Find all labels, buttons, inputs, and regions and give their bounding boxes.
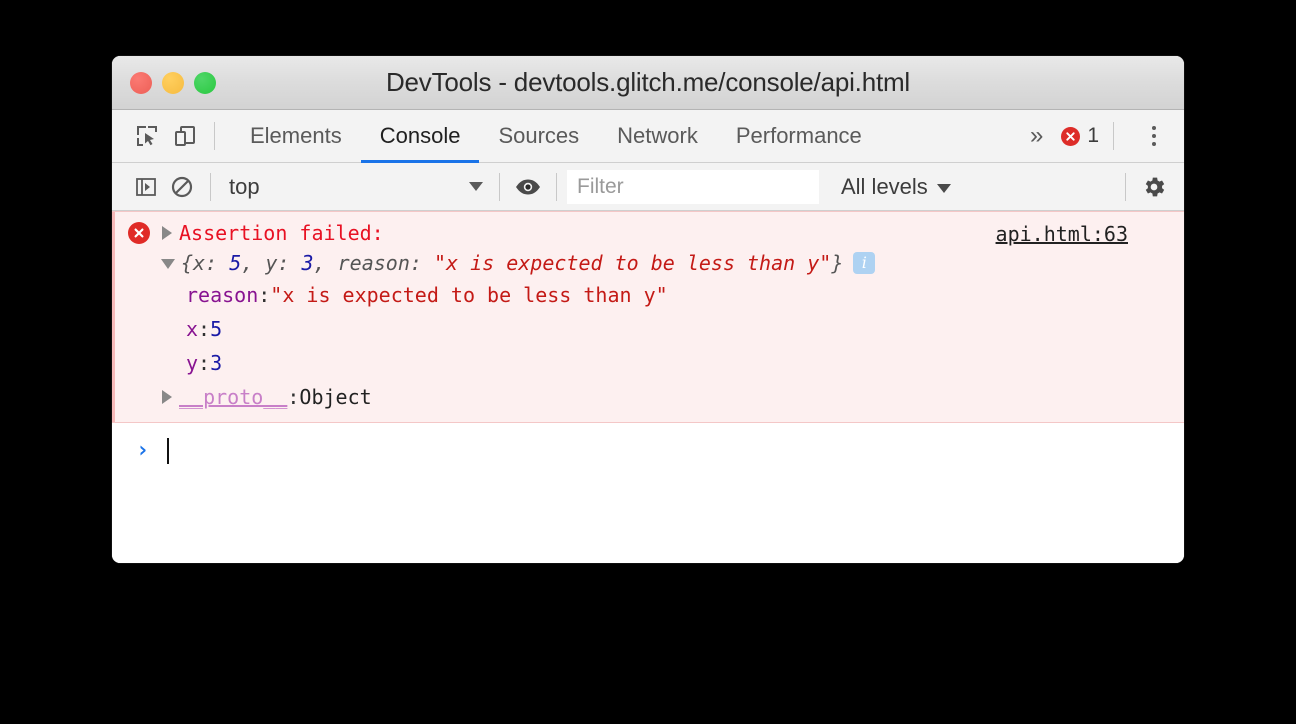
preview-trail-y: ,: [313, 251, 338, 275]
device-toolbar-icon[interactable]: [166, 117, 204, 155]
close-window-button[interactable]: [130, 71, 152, 94]
more-tabs-icon[interactable]: »: [1016, 124, 1057, 148]
tab-network-label: Network: [617, 123, 698, 148]
property-value: 5: [210, 317, 223, 341]
tab-console-label: Console: [379, 123, 461, 148]
preview-sep-reason: :: [409, 251, 434, 275]
property-name: reason: [186, 283, 259, 307]
preview-key-reason: reason: [337, 251, 410, 275]
property-value: 3: [210, 351, 223, 375]
preview-trail-x: ,: [241, 251, 266, 275]
minimize-window-button[interactable]: [162, 71, 184, 94]
error-count-label: 1: [1087, 124, 1099, 147]
property-value: "x is expected to be less than y": [270, 283, 668, 307]
stack-trace-disclosure-triangle[interactable]: [162, 226, 172, 240]
inspect-element-icon[interactable]: [128, 117, 166, 155]
gear-icon[interactable]: [1136, 169, 1172, 205]
preview-value-reason: "x is expected to be less than y": [433, 251, 832, 275]
screenshot-root: DevTools - devtools.glitch.me/console/ap…: [0, 0, 1296, 724]
source-location-link[interactable]: api.html:63: [996, 224, 1128, 244]
execution-context-select[interactable]: top: [221, 169, 489, 205]
proto-disclosure-triangle[interactable]: [162, 390, 172, 404]
console-prompt[interactable]: ›: [112, 431, 1184, 471]
property-name-proto[interactable]: __proto__: [179, 387, 287, 407]
chevron-down-icon: [469, 182, 483, 191]
tab-performance[interactable]: Performance: [717, 110, 881, 163]
preview-key-x: x: [193, 251, 206, 275]
object-property-row[interactable]: y: 3: [186, 346, 1184, 380]
text-caret: [167, 438, 170, 464]
error-circle-icon: [1061, 126, 1081, 146]
preview-sep-x: :: [205, 251, 230, 275]
prompt-chevron-icon: ›: [136, 438, 150, 463]
property-separator: :: [198, 317, 211, 341]
info-badge-icon[interactable]: i: [853, 252, 876, 274]
log-levels-select[interactable]: All levels: [841, 174, 951, 200]
kebab-menu-icon[interactable]: [1136, 118, 1172, 154]
live-expression-icon[interactable]: [510, 169, 546, 205]
tab-console[interactable]: Console: [360, 110, 480, 163]
console-output[interactable]: Assertion failed: api.html:63 {x: 5, y: …: [112, 211, 1184, 563]
zoom-window-button[interactable]: [194, 71, 216, 94]
error-count-badge[interactable]: 1: [1057, 124, 1103, 148]
preview-sep-y: :: [277, 251, 302, 275]
preview-close-brace: }: [831, 251, 844, 275]
object-preview[interactable]: {x: 5, y: 3, reason: "x is expected to b…: [181, 253, 843, 273]
tab-network[interactable]: Network: [598, 110, 717, 163]
console-message-error[interactable]: Assertion failed: api.html:63 {x: 5, y: …: [112, 211, 1184, 423]
tabstrip-right-divider: [1113, 122, 1114, 150]
devtools-window: DevTools - devtools.glitch.me/console/ap…: [112, 56, 1184, 563]
tabstrip-right-group: » 1: [1016, 118, 1184, 154]
devtools-tabstrip: Elements Console Sources Network Perform…: [112, 110, 1184, 163]
property-separator: :: [287, 385, 300, 409]
object-property-row[interactable]: x: 5: [186, 312, 1184, 346]
window-title: DevTools - devtools.glitch.me/console/ap…: [385, 67, 911, 97]
log-levels-label: All levels: [841, 173, 928, 199]
console-toolbar-divider-3: [556, 172, 557, 201]
window-titlebar: DevTools - devtools.glitch.me/console/ap…: [112, 56, 1184, 110]
preview-open-brace: {: [181, 251, 194, 275]
error-circle-icon: [122, 222, 156, 244]
tab-elements-label: Elements: [250, 123, 342, 148]
assertion-message: Assertion failed:: [179, 221, 384, 245]
window-controls: [130, 71, 216, 94]
preview-value-x: 5: [229, 251, 242, 275]
console-toolbar-divider-2: [499, 172, 500, 201]
tab-elements[interactable]: Elements: [231, 110, 361, 163]
property-value: Object: [299, 385, 372, 409]
tab-sources[interactable]: Sources: [479, 110, 598, 163]
execution-context-label: top: [229, 173, 260, 199]
preview-value-y: 3: [301, 251, 314, 275]
property-name: x: [186, 317, 199, 341]
console-toolbar: top All levels: [112, 163, 1184, 211]
chevron-down-icon: [936, 184, 951, 193]
object-preview-row: {x: 5, y: 3, reason: "x is expected to b…: [156, 246, 1184, 278]
proto-property-row[interactable]: __proto__: Object: [156, 380, 1184, 414]
console-message-header: Assertion failed: api.html:63: [112, 218, 1184, 246]
preview-key-y: y: [265, 251, 278, 275]
object-disclosure-triangle[interactable]: [161, 259, 175, 269]
property-separator: :: [258, 283, 271, 307]
object-property-row[interactable]: reason: "x is expected to be less than y…: [186, 278, 1184, 312]
console-sidebar-icon[interactable]: [128, 169, 164, 205]
property-name: y: [186, 351, 199, 375]
tab-sources-label: Sources: [498, 123, 580, 148]
tab-performance-label: Performance: [735, 123, 862, 148]
toolbar-divider: [214, 122, 215, 150]
console-toolbar-divider-4: [1125, 172, 1126, 201]
console-toolbar-divider-1: [210, 172, 211, 201]
clear-console-icon[interactable]: [164, 169, 200, 205]
filter-input[interactable]: [567, 169, 819, 204]
panel-tabs: Elements Console Sources Network Perform…: [231, 110, 881, 163]
property-separator: :: [198, 351, 211, 375]
